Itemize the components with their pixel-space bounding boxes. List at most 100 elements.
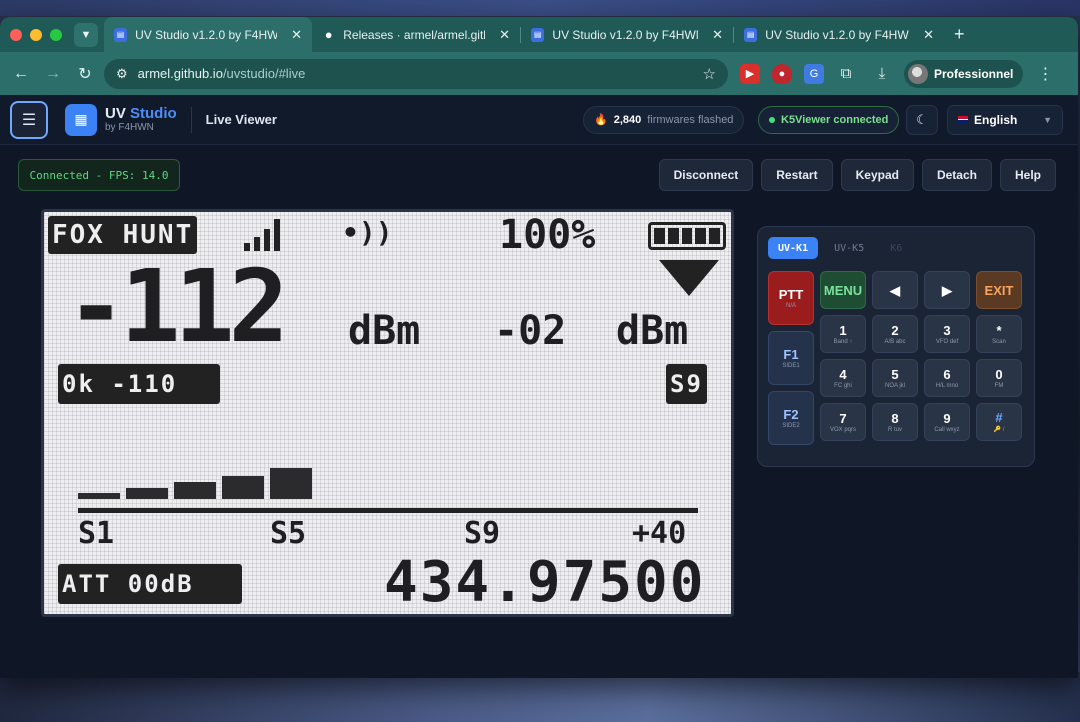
connection-label: K5Viewer connected — [781, 113, 889, 126]
tab-uvstudio-2[interactable]: ▤ UV Studio v1.2.0 by F4HWN ✕ — [521, 17, 733, 52]
threshold-tag: 0k -110 — [58, 364, 220, 404]
flame-icon: 🔥 — [594, 114, 608, 126]
hamburger-menu-icon[interactable]: ☰ — [10, 100, 48, 139]
tab-title: UV Studio v1.2.0 by F4HWN — [135, 27, 278, 42]
bookmark-star-icon[interactable]: ☆ — [703, 65, 716, 83]
delta-value: -02 — [494, 308, 567, 354]
disconnect-button[interactable]: Disconnect — [658, 159, 754, 191]
dark-mode-toggle-icon[interactable]: ☾ — [906, 104, 938, 135]
uvstudio-favicon-icon: ▤ — [531, 27, 545, 42]
rssi-value: -112 — [66, 248, 289, 365]
model-tabs: UV-K1 UV-K5 K6 — [768, 237, 1024, 259]
key-2[interactable]: 2 A/B abc — [872, 315, 918, 353]
ptt-key[interactable]: PTT N/A — [768, 271, 814, 325]
extension-shield-icon[interactable]: ● — [772, 63, 792, 84]
key-9[interactable]: 9 Call wxyz — [924, 403, 970, 441]
restart-button[interactable]: Restart — [761, 159, 833, 191]
close-window-button[interactable] — [10, 28, 22, 41]
keypad-button[interactable]: Keypad — [840, 159, 914, 191]
back-icon[interactable]: ← — [8, 61, 34, 87]
virtual-keypad: UV-K1 UV-K5 K6 PTT N/A MENU ◀ ▶ EXIT F1 SI… — [757, 226, 1035, 467]
forward-icon[interactable]: → — [40, 61, 66, 87]
f2-key[interactable]: F2 SIDE2 — [768, 391, 814, 445]
signal-meter-bars — [78, 468, 312, 499]
connection-fps-status: Connected - FPS: 14.0 — [18, 159, 180, 191]
reload-icon[interactable]: ↻ — [72, 61, 98, 87]
scale-label: S5 — [270, 516, 307, 551]
language-select[interactable]: English ▼ — [947, 104, 1063, 135]
key-0[interactable]: 0 FM — [976, 359, 1022, 397]
triangle-marker-icon — [659, 260, 719, 296]
tab-k6[interactable]: K6 — [880, 237, 912, 259]
tab-releases[interactable]: ● Releases · armel/armel.github.io ✕ — [312, 17, 520, 52]
extensions-puzzle-icon[interactable]: ⧉ — [836, 64, 856, 84]
tab-uvstudio-1[interactable]: ▤ UV Studio v1.2.0 by F4HWN ✕ — [104, 17, 312, 52]
download-icon[interactable]: ⤓ — [872, 64, 892, 84]
github-favicon-icon: ● — [324, 27, 333, 42]
status-dot-icon — [769, 116, 775, 123]
uvstudio-favicon-icon: ▤ — [114, 27, 128, 42]
attenuator-tag: ATT 00dB — [58, 564, 242, 604]
key-6[interactable]: 6 H/L mno — [924, 359, 970, 397]
maximize-window-button[interactable] — [50, 28, 62, 41]
uvstudio-favicon-icon: ▤ — [744, 27, 758, 42]
action-buttons: Disconnect Restart Keypad Detach Help — [658, 159, 1056, 191]
brand-accent: Studio — [130, 105, 177, 122]
exit-key[interactable]: EXIT — [976, 271, 1022, 309]
extension-video-icon[interactable]: ▶ — [740, 63, 760, 84]
key-4[interactable]: 4 FC ghi — [820, 359, 866, 397]
detach-button[interactable]: Detach — [921, 159, 992, 191]
extension-translate-icon[interactable]: G — [804, 63, 824, 84]
tab-bar: ▼ ▤ UV Studio v1.2.0 by F4HWN ✕ ● Releas… — [0, 17, 1078, 52]
desktop-background-top — [0, 0, 1080, 16]
key-hash[interactable]: # 🔑 / — [976, 403, 1022, 441]
tab-uv-k5[interactable]: UV-K5 — [824, 237, 874, 259]
new-tab-icon[interactable]: + — [944, 24, 975, 45]
radio-logo-icon: ▦ — [65, 103, 97, 136]
key-7[interactable]: 7 VOX pqrs — [820, 403, 866, 441]
uk-flag-icon — [958, 116, 968, 123]
key-5[interactable]: 5 NOA jkl — [872, 359, 918, 397]
meter-scale-line — [78, 508, 698, 513]
speaker-icon: •)) — [342, 216, 393, 249]
live-viewer-panel: Connected - FPS: 14.0 Disconnect Restart… — [0, 145, 1078, 678]
tab-search-icon[interactable]: ▼ — [74, 22, 98, 47]
window-controls — [0, 28, 74, 41]
brand-subtitle: by F4HWN — [105, 122, 154, 133]
left-arrow-key[interactable]: ◀ — [872, 271, 918, 309]
delta-unit: dBm — [616, 308, 689, 354]
close-tab-icon[interactable]: ✕ — [291, 27, 302, 43]
profile-name: Professionnel — [934, 66, 1014, 81]
battery-icon — [648, 222, 726, 250]
menu-key[interactable]: MENU — [820, 271, 866, 309]
url-bar[interactable]: ⚙ armel.github.io/uvstudio/#live ☆ — [104, 58, 728, 89]
close-tab-icon[interactable]: ✕ — [499, 27, 510, 43]
url-host: armel.github.io — [137, 66, 223, 81]
browser-menu-icon[interactable]: ⋮ — [1037, 64, 1053, 84]
scale-label: S9 — [464, 516, 501, 551]
key-3[interactable]: 3 VFO def — [924, 315, 970, 353]
key-1[interactable]: 1 Band ↑ — [820, 315, 866, 353]
app-header: ☰ ▦ UV Studio by F4HWN Live Viewer 🔥 2,8… — [0, 95, 1078, 145]
frequency-display: 434.97500 — [384, 550, 706, 615]
tab-uvstudio-3[interactable]: ▤ UV Studio v1.2.0 by F4HWN ✕ — [734, 17, 944, 52]
scale-label: S1 — [78, 516, 115, 551]
f1-key[interactable]: F1 SIDE1 — [768, 331, 814, 385]
right-arrow-key[interactable]: ▶ — [924, 271, 970, 309]
minimize-window-button[interactable] — [30, 28, 42, 41]
tab-uv-k1[interactable]: UV-K1 — [768, 237, 819, 259]
address-toolbar: ← → ↻ ⚙ armel.github.io/uvstudio/#live ☆… — [0, 52, 1078, 95]
connection-status-badge: K5Viewer connected — [758, 105, 900, 134]
key-star[interactable]: * Scan — [976, 315, 1022, 353]
close-tab-icon[interactable]: ✕ — [923, 27, 934, 43]
site-settings-icon[interactable]: ⚙ — [116, 66, 128, 82]
profile-button[interactable]: Professionnel — [904, 59, 1024, 88]
desktop-background-bottom — [0, 672, 1080, 722]
brand-name: UV — [105, 105, 131, 122]
close-tab-icon[interactable]: ✕ — [712, 27, 723, 43]
help-button[interactable]: Help — [999, 159, 1056, 191]
language-value: English — [974, 112, 1018, 127]
key-8[interactable]: 8R tuv — [872, 403, 918, 441]
signal-strength-icon — [244, 219, 280, 251]
tab-title: UV Studio v1.2.0 by F4HWN — [552, 27, 699, 42]
